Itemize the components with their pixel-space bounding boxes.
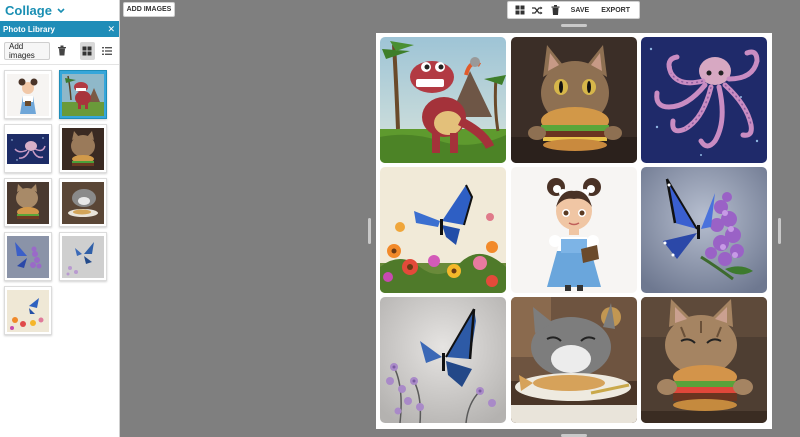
thumbnail-dinosaur[interactable]	[59, 70, 107, 119]
photo-library-title: Photo Library	[3, 24, 56, 34]
collage-cell-butterfly-flowers[interactable]	[380, 167, 506, 293]
thumbnail-cat-fish[interactable]	[59, 178, 107, 227]
thumbnail-image	[7, 289, 49, 332]
thumbnail-image	[7, 235, 49, 278]
grid-view-icon[interactable]	[79, 41, 95, 60]
collage-canvas[interactable]	[376, 33, 772, 429]
thumbnail-cat-burger-2[interactable]	[4, 178, 52, 227]
add-images-button[interactable]: Add images	[4, 41, 50, 60]
layout-grid-icon[interactable]	[511, 2, 529, 18]
shuffle-icon[interactable]	[529, 2, 547, 18]
collage-cell-cat-burger[interactable]	[511, 37, 637, 163]
photo-library-header: Photo Library ✕	[0, 21, 119, 37]
thumbnail-butterfly-grey[interactable]	[59, 232, 107, 281]
export-button[interactable]: EXPORT	[595, 7, 636, 14]
thumbnail-image	[62, 73, 104, 116]
trash-icon[interactable]	[547, 2, 565, 18]
resize-handle-left[interactable]	[368, 218, 371, 244]
collage-cell-butterfly-lilac[interactable]	[641, 167, 767, 293]
add-images-main-button[interactable]: ADD IMAGES	[123, 2, 175, 17]
save-button[interactable]: SAVE	[565, 7, 596, 14]
list-view-icon[interactable]	[100, 42, 115, 60]
app-title: Collage	[5, 3, 52, 18]
collage-cell-octopus[interactable]	[641, 37, 767, 163]
resize-handle-right[interactable]	[778, 218, 781, 244]
sidebar: Collage Photo Library ✕ Add images	[0, 0, 120, 437]
close-icon[interactable]: ✕	[107, 24, 115, 35]
collage-cell-butterfly-grey[interactable]	[380, 297, 506, 423]
collage-cell-dinosaur[interactable]	[380, 37, 506, 163]
thumbnail-image	[7, 73, 49, 116]
chevron-down-icon	[57, 6, 65, 16]
trash-icon[interactable]	[55, 42, 70, 60]
thumbnail-image	[62, 235, 104, 278]
app-title-menu[interactable]: Collage	[0, 0, 119, 21]
thumbnail-image	[62, 181, 104, 224]
thumbnail-girl[interactable]	[4, 70, 52, 119]
thumbnail-image	[7, 181, 49, 224]
collage-toolbar: SAVE EXPORT	[507, 1, 640, 19]
collage-cell-cat-burger-2[interactable]	[641, 297, 767, 423]
thumbnail-butterfly-flowers[interactable]	[4, 286, 52, 335]
thumbnail-cat-burger[interactable]	[59, 124, 107, 173]
thumbnail-butterfly-lilac[interactable]	[4, 232, 52, 281]
thumbnail-octopus[interactable]	[4, 124, 52, 173]
library-toolbar: Add images	[0, 37, 119, 65]
collage-cell-girl-book[interactable]	[511, 167, 637, 293]
thumbnail-image	[62, 127, 104, 170]
collage-cell-cat-fish[interactable]	[511, 297, 637, 423]
resize-handle-top[interactable]	[561, 24, 587, 27]
thumbnail-image	[7, 133, 49, 164]
thumbnail-grid	[4, 70, 114, 335]
